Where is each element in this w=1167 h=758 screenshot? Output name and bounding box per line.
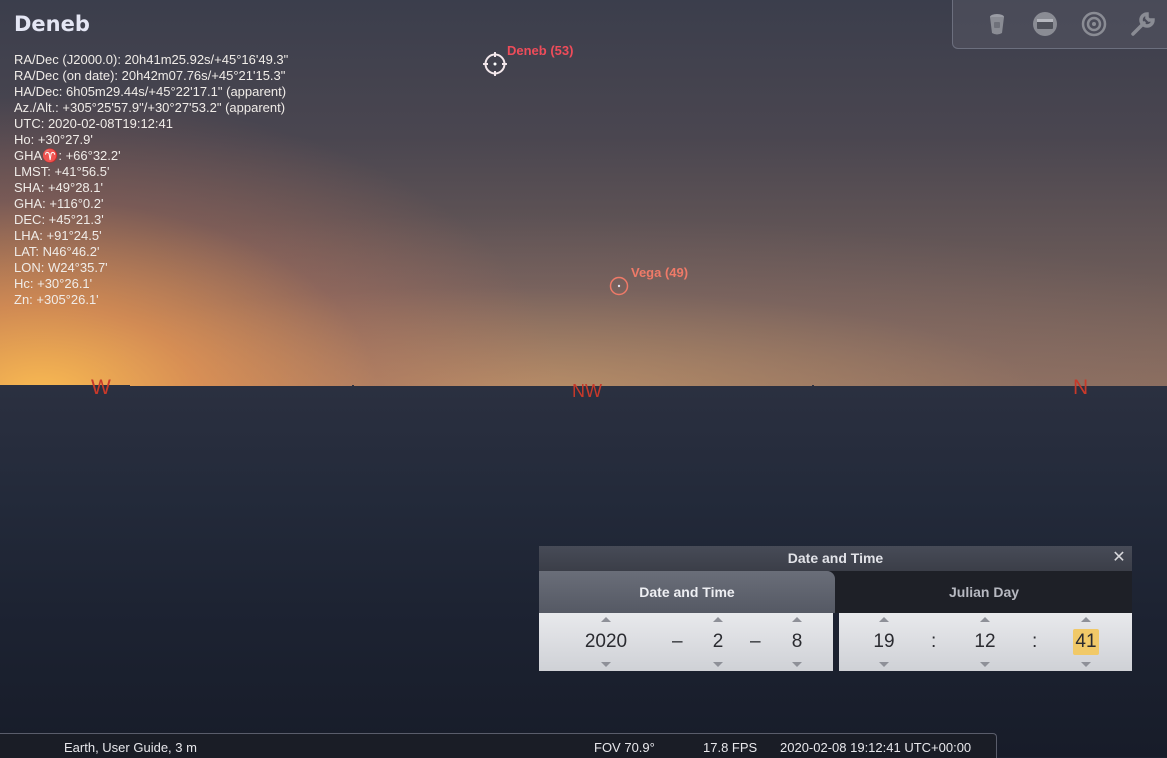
info-line-radec-ondate: RA/Dec (on date): 20h42m07.76s/+45°21'15… (14, 68, 286, 83)
decrement-arrow-icon[interactable] (1081, 662, 1091, 667)
month-value[interactable]: 2 (703, 629, 733, 655)
day-spinner[interactable]: 8 (782, 613, 812, 671)
decrement-arrow-icon[interactable] (713, 662, 723, 667)
info-line-sha: SHA: +49°28.1' (14, 180, 103, 195)
horizon-line (352, 385, 354, 387)
second-value[interactable]: 41 (1073, 629, 1099, 655)
object-name-title: Deneb (14, 12, 90, 36)
date-spinner-panel: 2020 – 2 – 8 (539, 613, 833, 671)
date-time-window: Date and Time ✕ Date and Time Julian Day… (539, 546, 1132, 671)
object-info-panel: RA/Dec (J2000.0): 20h41m25.92s/+45°16'49… (14, 52, 288, 308)
datetime-status[interactable]: 2020-02-08 19:12:41 UTC+00:00 (780, 740, 971, 755)
deneb-label[interactable]: Deneb (53) (507, 43, 573, 58)
fov-status: FOV 70.9° (594, 740, 655, 755)
deneb-selection-reticle-icon[interactable] (483, 52, 507, 76)
cardinal-northwest: NW (572, 381, 602, 401)
tripod-icon[interactable] (983, 10, 1011, 38)
increment-arrow-icon[interactable] (879, 617, 889, 622)
info-line-lon: LON: W24°35.7' (14, 260, 108, 275)
info-line-dec: DEC: +45°21.3' (14, 212, 104, 227)
hour-spinner[interactable]: 19 (867, 613, 901, 671)
bottom-status-bar: Earth, User Guide, 3 m FOV 70.9° 17.8 FP… (0, 733, 997, 758)
info-line-lat: LAT: N46°46.2' (14, 244, 100, 259)
increment-arrow-icon[interactable] (792, 617, 802, 622)
second-spinner[interactable]: 41 (1069, 613, 1103, 671)
increment-arrow-icon[interactable] (713, 617, 723, 622)
vega-star-marker-icon[interactable] (609, 276, 629, 296)
date-separator: – (672, 631, 683, 652)
location-status[interactable]: Earth, User Guide, 3 m (64, 740, 197, 755)
display-icon[interactable] (1031, 10, 1059, 38)
date-time-window-title[interactable]: Date and Time (539, 546, 1132, 571)
info-line-azalt: Az./Alt.: +305°25'57.9"/+30°27'53.2" (ap… (14, 100, 286, 115)
date-separator: – (750, 631, 761, 652)
info-line-ho: Ho: +30°27.9' (14, 132, 93, 147)
info-line-lha: LHA: +91°24.5' (14, 228, 102, 243)
horizon-line (812, 385, 814, 387)
decrement-arrow-icon[interactable] (980, 662, 990, 667)
top-right-toolbar (952, 0, 1167, 49)
info-line-utc: UTC: 2020-02-08T19:12:41 (14, 116, 173, 131)
info-line-radec-j2000: RA/Dec (J2000.0): 20h41m25.92s/+45°16'49… (14, 52, 289, 67)
info-line-zn: Zn: +305°26.1' (14, 292, 99, 307)
fps-status: 17.8 FPS (703, 740, 758, 755)
year-spinner[interactable]: 2020 (576, 613, 636, 671)
cardinal-north: N (1073, 376, 1089, 399)
info-line-gha-aries: GHA♈: +66°32.2' (14, 148, 121, 163)
info-line-gha: GHA: +116°0.2' (14, 196, 104, 211)
increment-arrow-icon[interactable] (601, 617, 611, 622)
date-time-tabs: Date and Time Julian Day (539, 571, 1132, 613)
close-icon[interactable]: ✕ (1110, 548, 1128, 566)
minute-spinner[interactable]: 12 (968, 613, 1002, 671)
cardinal-west: W (91, 376, 111, 399)
tab-date-and-time[interactable]: Date and Time (539, 571, 835, 613)
time-separator: : (1032, 631, 1038, 652)
hour-value[interactable]: 19 (867, 629, 901, 655)
month-spinner[interactable]: 2 (703, 613, 733, 671)
decrement-arrow-icon[interactable] (879, 662, 889, 667)
decrement-arrow-icon[interactable] (792, 662, 802, 667)
info-line-hadec: HA/Dec: 6h05m29.44s/+45°22'17.1" (appare… (14, 84, 287, 99)
tab-julian-day[interactable]: Julian Day (836, 571, 1132, 613)
year-value[interactable]: 2020 (576, 629, 636, 655)
time-separator: : (931, 631, 937, 652)
wrench-icon[interactable] (1129, 10, 1157, 38)
info-line-lmst: LMST: +41°56.5' (14, 164, 110, 179)
info-line-hc: Hc: +30°26.1' (14, 276, 93, 291)
increment-arrow-icon[interactable] (980, 617, 990, 622)
target-icon[interactable] (1080, 10, 1108, 38)
time-spinner-panel: 19 : 12 : 41 (839, 613, 1132, 671)
vega-label[interactable]: Vega (49) (631, 265, 688, 280)
decrement-arrow-icon[interactable] (601, 662, 611, 667)
day-value[interactable]: 8 (782, 629, 812, 655)
increment-arrow-icon[interactable] (1081, 617, 1091, 622)
minute-value[interactable]: 12 (968, 629, 1002, 655)
